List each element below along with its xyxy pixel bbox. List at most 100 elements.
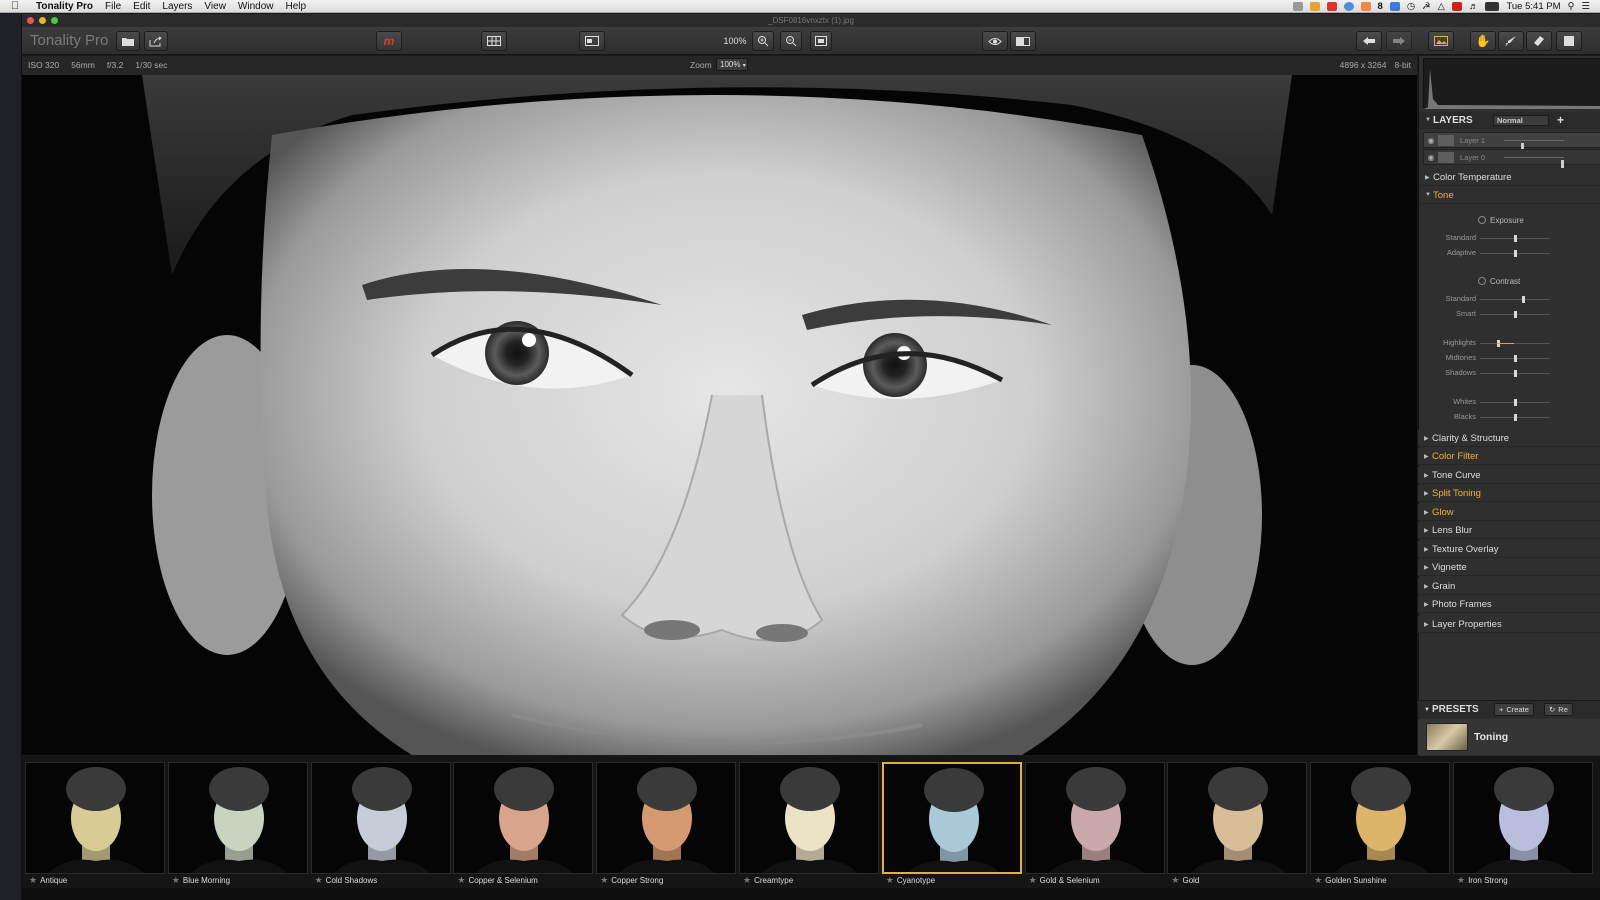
blend-mode-select[interactable]: Normal [1493,115,1549,126]
section-color-temperature[interactable]: ▶ Color Temperature [1419,169,1600,186]
whites-slider[interactable] [1480,399,1550,406]
eye-icon[interactable]: ◉ [1424,153,1438,162]
compare-button[interactable] [1010,31,1036,51]
redo-button[interactable] [1386,31,1412,51]
section-split-toning[interactable]: ▶ Split Toning [1418,485,1600,502]
slider-knob[interactable] [1513,250,1517,257]
zoom-level-field[interactable]: 100% [718,32,752,49]
status-icon[interactable] [1360,1,1371,11]
slider-knob[interactable] [1513,414,1517,421]
section-grain[interactable]: ▶ Grain [1418,578,1600,595]
section-tone-curve[interactable]: ▶ Tone Curve [1418,467,1600,484]
contrast-standard-slider[interactable] [1480,296,1550,303]
preset-thumbnail[interactable] [310,762,451,874]
menu-app-name[interactable]: Tonality Pro [30,0,99,13]
slider-knob[interactable] [1513,235,1517,242]
brush-tool-button[interactable] [1498,31,1524,51]
contrast-smart-slider[interactable] [1480,311,1550,318]
section-clarity-structure[interactable]: ▶ Clarity & Structure [1418,430,1600,447]
filmstrip-toggle-button[interactable] [481,31,507,51]
blacks-slider[interactable] [1480,414,1550,421]
minimize-window-icon[interactable] [39,17,46,24]
preview-toggle-button[interactable] [982,31,1008,51]
close-window-icon[interactable] [27,17,34,24]
spotlight-icon[interactable]: ⚲ [1568,1,1575,12]
battery-icon[interactable] [1485,1,1500,11]
layer-opacity-slider[interactable] [1504,140,1564,151]
layer-row[interactable]: ◉ Layer 0 [1423,149,1600,168]
status-icon[interactable] [1292,1,1303,11]
menu-layers[interactable]: Layers [156,0,198,13]
refresh-presets-button[interactable]: ↻ Re [1544,703,1573,716]
status-icon[interactable] [1326,1,1337,11]
hand-tool-button[interactable]: ✋ [1470,31,1496,51]
create-preset-button[interactable]: + Create [1494,703,1534,716]
preset-thumbnail[interactable] [167,762,308,874]
preset-thumbnail[interactable] [1024,762,1165,874]
favorite-star-icon[interactable]: ★ [743,875,751,885]
favorite-star-icon[interactable]: ★ [1171,875,1179,885]
slider-knob[interactable] [1513,399,1517,406]
layout-toggle-button[interactable] [579,31,605,51]
preset-thumbnail[interactable] [25,762,165,874]
flag-icon[interactable] [1451,1,1462,11]
clock[interactable]: Tue 5:41 PM [1506,1,1560,12]
image-canvas[interactable] [22,75,1417,755]
preset-thumbnail[interactable] [1453,762,1593,874]
shadows-slider[interactable] [1480,370,1550,377]
preset-thumbnail[interactable] [739,762,879,874]
section-color-filter[interactable]: ▶ Color Filter [1418,448,1600,465]
preset-category[interactable]: Toning [1418,719,1600,755]
layers-header[interactable]: ▼ LAYERS Normal + [1419,112,1600,129]
eraser-tool-button[interactable] [1526,31,1552,51]
menu-edit[interactable]: Edit [127,0,156,13]
highlights-slider[interactable] [1480,340,1550,347]
section-tone[interactable]: ▼ Tone [1419,187,1600,204]
zoom-select[interactable]: 100% ▾ [716,58,748,71]
section-glow[interactable]: ▶ Glow [1418,504,1600,521]
apple-icon[interactable]:  [0,0,30,12]
time-machine-icon[interactable]: ◷ [1407,1,1415,12]
gradient-tool-button[interactable] [1556,31,1582,51]
menu-help[interactable]: Help [280,0,313,13]
menu-window[interactable]: Window [232,0,280,13]
macphun-button[interactable]: m [376,31,402,51]
section-lens-blur[interactable]: ▶ Lens Blur [1418,522,1600,539]
volume-icon[interactable]: ♬ [1469,1,1479,12]
favorite-star-icon[interactable]: ★ [457,875,465,885]
section-texture-overlay[interactable]: ▶ Texture Overlay [1418,541,1600,558]
favorite-star-icon[interactable]: ★ [1029,875,1037,885]
favorite-star-icon[interactable]: ★ [1314,875,1322,885]
midtones-slider[interactable] [1480,355,1550,362]
eye-icon[interactable]: ◉ [1424,136,1438,145]
slider-knob[interactable] [1561,160,1564,168]
bluetooth-icon[interactable]: ☭ [1422,1,1431,12]
section-photo-frames[interactable]: ▶ Photo Frames [1418,596,1600,613]
preset-thumbnail[interactable] [596,762,737,874]
slider-knob[interactable] [1513,311,1517,318]
wifi-icon[interactable]: △ [1438,1,1445,12]
preset-thumbnail[interactable] [453,762,594,874]
status-icon[interactable] [1309,1,1320,11]
exposure-adaptive-slider[interactable] [1480,250,1550,257]
favorite-star-icon[interactable]: ★ [172,875,180,885]
layer-row[interactable]: ◉ Layer 1 [1423,132,1600,151]
notification-center-icon[interactable]: ☰ [1581,1,1590,12]
slider-knob[interactable] [1513,355,1517,362]
layer-opacity-slider[interactable] [1504,157,1564,168]
favorite-star-icon[interactable]: ★ [315,875,323,885]
status-icon[interactable] [1389,1,1400,11]
preset-thumbnail[interactable] [1167,762,1308,874]
favorite-star-icon[interactable]: ★ [29,875,37,885]
fit-to-screen-button[interactable] [810,31,832,51]
exposure-standard-slider[interactable] [1480,235,1550,242]
section-vignette[interactable]: ▶ Vignette [1418,559,1600,576]
zoom-window-icon[interactable] [51,17,58,24]
preset-thumbnail[interactable] [1310,762,1451,874]
share-button[interactable] [144,31,168,51]
undo-button[interactable] [1356,31,1382,51]
status-count[interactable]: 8 [1378,1,1383,12]
section-layer-properties[interactable]: ▶ Layer Properties [1418,616,1600,633]
zoom-out-button[interactable] [780,31,802,51]
presets-header[interactable]: ▼ PRESETS + Create ↻ Re [1418,700,1600,718]
